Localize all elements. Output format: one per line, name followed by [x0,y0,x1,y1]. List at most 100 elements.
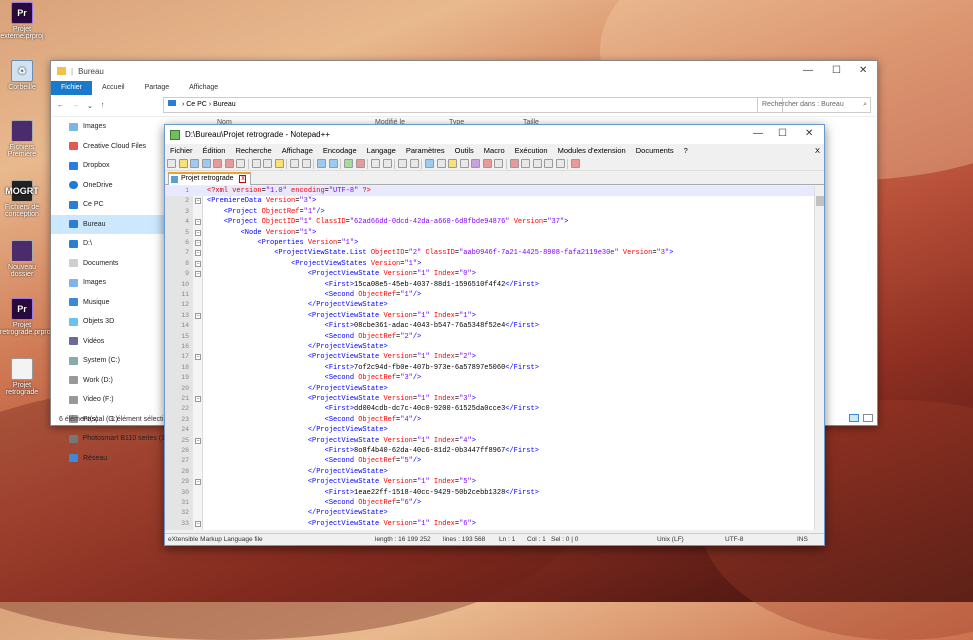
undo-icon[interactable] [290,159,299,168]
fold-toggle-icon[interactable]: − [195,312,201,319]
nav-item-videos[interactable]: Vidéos [51,332,165,352]
code-line[interactable]: 22 <First>dd004cdb-dc7c-40c0-9200-61525d… [165,404,824,414]
nav-item-printer[interactable]: Photosmart B110 series (1 [51,429,165,449]
forward-arrow-icon[interactable]: → [72,102,79,109]
nav-item-ce-pc[interactable]: Ce PC [51,195,165,215]
indent-guide-icon[interactable] [425,159,434,168]
desktop-icon[interactable]: Nouveau dossier [0,240,44,278]
address-bar[interactable]: › Ce PC › Bureau [163,97,783,113]
minimize-icon[interactable]: — [803,65,813,76]
menu-recherche[interactable]: Recherche [230,146,276,155]
code-line[interactable]: 27 <Second ObjectRef="5"/> [165,456,824,466]
menu-affichage[interactable]: Affichage [277,146,318,155]
code-line[interactable]: 31 <Second ObjectRef="6"/> [165,498,824,508]
up-arrow-icon[interactable]: ↑ [101,102,105,109]
code-line[interactable]: 5− <Node Version="1"> [165,228,824,238]
paste-icon[interactable] [274,159,284,168]
record-macro-icon[interactable] [509,159,519,168]
zoom-out-icon[interactable] [355,159,365,168]
fold-toggle-icon[interactable]: − [195,396,201,402]
menu-parametres[interactable]: Paramètres [401,146,450,155]
code-line[interactable]: 24 </ProjectViewState> [165,425,824,435]
fold-toggle-icon[interactable]: − [195,260,201,267]
close-tab-icon[interactable]: x [239,175,247,183]
chevron-down-icon[interactable]: ⌄ [87,102,93,110]
code-line[interactable]: 28 </ProjectViewState> [165,467,824,477]
large-icons-view-icon[interactable] [863,414,873,422]
breadcrumb-item[interactable]: Bureau [213,101,236,108]
code-line[interactable]: 33− <ProjectViewState Version="1" Index=… [165,519,824,529]
desktop-icon[interactable]: Projet retrograde [0,358,44,396]
doc-map-icon[interactable] [448,159,457,168]
fold-toggle-icon[interactable]: − [195,219,201,226]
language-icon[interactable] [436,159,446,168]
run-macro-multiple-icon[interactable] [544,159,553,168]
code-line[interactable]: 1 <?xml version="1.0" encoding="UTF-8" ?> [165,186,824,197]
ribbon-tab-fichier[interactable]: Fichier [51,81,93,95]
spell-check-icon[interactable] [571,159,580,168]
fold-toggle-icon[interactable]: − [195,271,201,278]
code-line[interactable]: 29− <ProjectViewState Version="1" Index=… [165,477,824,487]
code-line[interactable]: 23 <Second ObjectRef="4"/> [165,415,824,425]
ribbon-tab-affichage[interactable]: Affichage [179,81,228,95]
menu-modules[interactable]: Modules d'extension [553,146,631,155]
stop-macro-icon[interactable] [521,159,530,168]
nav-item-creative-cloud[interactable]: Creative Cloud Files [51,137,165,157]
code-line[interactable]: 4− <Project ObjectID="1" ClassID="62ad66… [165,217,824,227]
save-macro-icon[interactable] [555,159,565,168]
save-icon[interactable] [190,159,199,168]
fold-toggle-icon[interactable]: − [195,198,201,205]
code-line[interactable]: 6− <Properties Version="1"> [165,238,824,248]
code-line[interactable]: 11 <Second ObjectRef="1"/> [165,290,824,300]
desktop-icon[interactable]: Pr Projet externe.prproj [0,2,44,40]
copy-icon[interactable] [263,159,272,168]
menu-documents[interactable]: Documents [631,146,679,155]
code-line[interactable]: 32 </ProjectViewState> [165,508,824,518]
fold-toggle-icon[interactable]: − [195,240,201,246]
nav-item-objets-3d[interactable]: Objets 3D [51,312,165,332]
code-line[interactable]: 7− <ProjectViewState.List ObjectID="2" C… [165,248,824,258]
open-file-icon[interactable] [178,159,188,168]
nav-item-onedrive[interactable]: OneDrive [51,176,165,196]
fold-toggle-icon[interactable]: − [195,250,201,257]
code-line[interactable]: 13− <ProjectViewState Version="1" Index=… [165,311,824,321]
explorer-titlebar[interactable]: | Bureau — ☐ ✕ [51,61,877,81]
sync-vertical-icon[interactable] [371,159,380,168]
notepad-plus-plus-window[interactable]: D:\Bureau\Projet retrograde - Notepad++ … [164,124,825,546]
scrollbar-thumb[interactable] [816,196,824,206]
eye-icon[interactable] [494,159,503,168]
desktop-icon[interactable]: Pr Projet retrograde.prproj [0,298,52,336]
code-line[interactable]: 18 <First>7of2c94d-fb0e-407b-973e-6a5789… [165,363,824,373]
minimize-icon[interactable]: — [753,128,763,139]
code-line[interactable]: 3 <Project ObjectRef="1"/> [165,207,824,217]
text-editor[interactable]: 1 <?xml version="1.0" encoding="UTF-8" ?>… [165,186,824,530]
desktop-icon[interactable]: Fichiers Première [0,120,44,158]
cut-icon[interactable] [251,159,261,168]
search-input[interactable]: Rechercher dans : Bureau ⌕ [757,97,871,113]
sync-horizontal-icon[interactable] [382,159,392,168]
nav-item-reseau[interactable]: Réseau [51,449,165,469]
ribbon-tab-partage[interactable]: Partage [135,81,180,95]
word-wrap-icon[interactable] [398,159,407,168]
nav-item-documents[interactable]: Documents [51,254,165,274]
new-file-icon[interactable] [167,159,176,168]
function-list-icon[interactable] [459,159,469,168]
monitoring-icon[interactable] [482,159,492,168]
close-icon[interactable]: ✕ [859,65,867,76]
nav-item-video-f[interactable]: Video (F:) [51,390,165,410]
code-line[interactable]: 25− <ProjectViewState Version="1" Index=… [165,436,824,446]
print-icon[interactable] [236,159,245,168]
nav-item-bureau[interactable]: Bureau [51,214,165,234]
npp-titlebar[interactable]: D:\Bureau\Projet retrograde - Notepad++ … [165,125,824,144]
code-line[interactable]: 26 <First>8o8f4b40-62da-40c6-81d2-0b3447… [165,446,824,456]
redo-icon[interactable] [301,159,311,168]
menu-help[interactable]: ? [679,146,693,155]
fold-toggle-icon[interactable]: − [195,479,201,486]
menu-edition[interactable]: Édition [198,146,231,155]
menu-outils[interactable]: Outils [450,146,479,155]
code-line[interactable]: 20 </ProjectViewState> [165,384,824,394]
code-line[interactable]: 15 <Second ObjectRef="2"/> [165,332,824,342]
code-line[interactable]: 14 <First>08cbe361-adac-4043-b547-76a534… [165,321,824,331]
fold-toggle-icon[interactable]: − [195,437,201,444]
menu-encodage[interactable]: Encodage [318,146,362,155]
